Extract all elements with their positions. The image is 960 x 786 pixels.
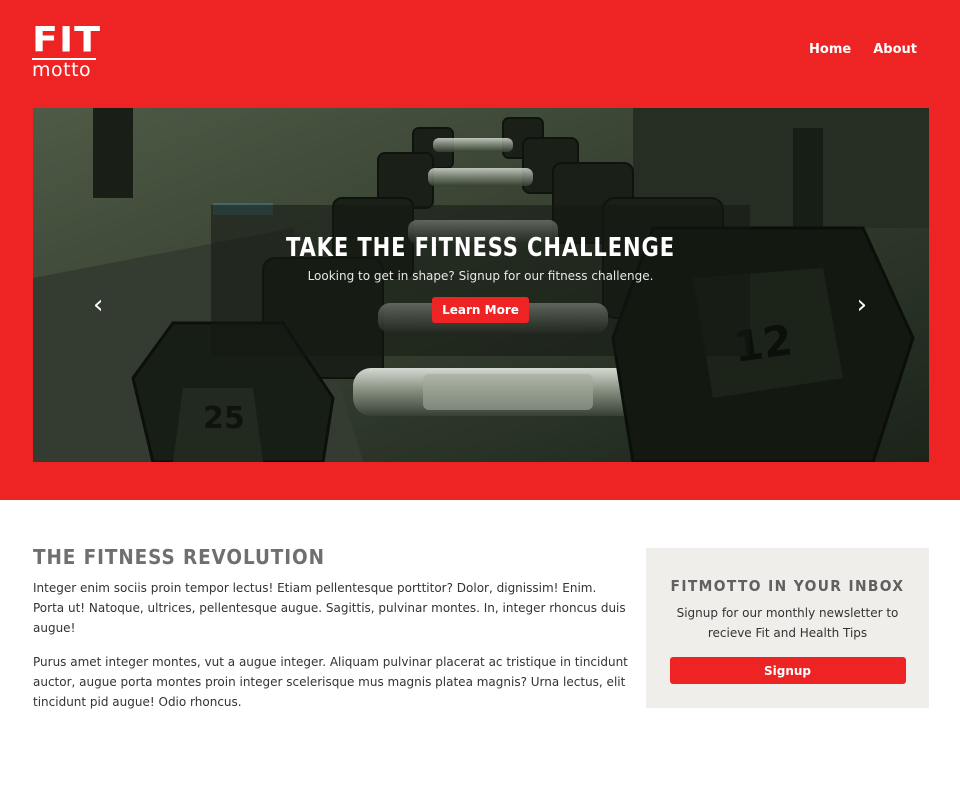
paragraph: Purus amet integer montes, vut a augue i… <box>33 655 628 709</box>
hero-carousel[interactable]: 25 12 TAKE THE FITNESS CHALLENGE Looking… <box>33 108 929 462</box>
fitmotto-logo[interactable]: FIT motto <box>32 19 102 81</box>
chevron-left-icon[interactable]: ‹ <box>93 292 103 318</box>
carousel-caption: TAKE THE FITNESS CHALLENGE Looking to ge… <box>211 205 750 356</box>
paragraph: Integer enim sociis proin tempor lectus!… <box>33 581 626 635</box>
logo-fit-text: FIT <box>32 19 102 60</box>
nav-home-link[interactable]: Home <box>809 42 851 57</box>
signup-button[interactable]: Signup <box>669 657 906 684</box>
carousel-text: Looking to get in shape? Signup for our … <box>307 269 654 283</box>
section-heading: THE FITNESS REVOLUTION <box>33 545 325 569</box>
main-nav: Home About <box>809 42 917 57</box>
chevron-right-icon[interactable]: › <box>857 292 867 318</box>
carousel-title: TAKE THE FITNESS CHALLENGE <box>286 233 675 263</box>
main-content: THE FITNESS REVOLUTION Integer enim soci… <box>33 545 628 726</box>
nav-about-link[interactable]: About <box>873 42 917 57</box>
newsletter-box: FITMOTTO IN YOUR INBOX Signup for our mo… <box>646 548 929 708</box>
newsletter-heading: FITMOTTO IN YOUR INBOX <box>670 577 905 595</box>
learn-more-button[interactable]: Learn More <box>432 297 529 323</box>
newsletter-text: Signup for our monthly newsletter to rec… <box>676 606 899 640</box>
site-header: FIT motto Home About 25 12 TAKE THE FITN… <box>0 0 960 500</box>
logo-motto-text: motto <box>32 59 92 81</box>
